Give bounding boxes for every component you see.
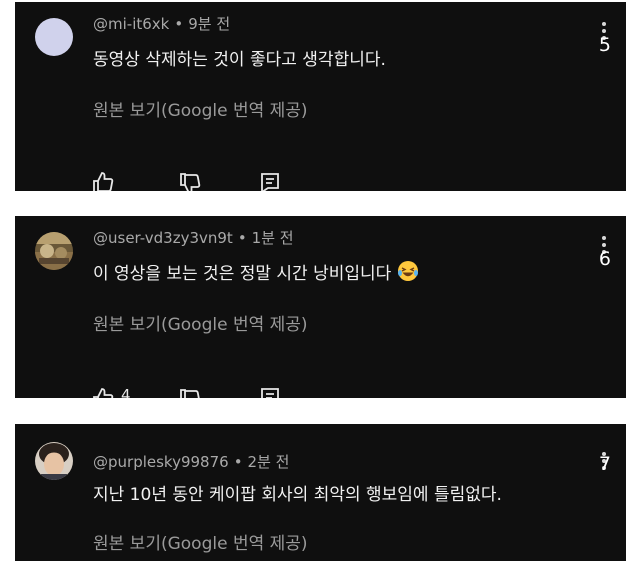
comment-header: @user-vd3zy3vn9t • 1분 전 bbox=[93, 227, 294, 248]
thumbs-down-icon[interactable] bbox=[178, 388, 202, 398]
avatar-image bbox=[35, 232, 73, 270]
reply-icon[interactable] bbox=[259, 387, 281, 398]
comment-text: 이 영상을 보는 것은 정말 시간 낭비입니다 bbox=[93, 259, 419, 284]
author-name[interactable]: @purplesky99876 bbox=[93, 453, 229, 471]
comment-card: @user-vd3zy3vn9t • 1분 전 이 영상을 보는 것은 정말 시간 … bbox=[15, 216, 626, 398]
avatar[interactable] bbox=[35, 18, 73, 56]
separator-dot: • bbox=[237, 229, 247, 247]
comment-time[interactable]: 9분 전 bbox=[188, 15, 230, 33]
reply-icon[interactable] bbox=[259, 172, 281, 191]
comment-card: @mi-it6xk • 9분 전 동영상 삭제하는 것이 좋다고 생각합니다. 원본… bbox=[15, 2, 626, 191]
comment-number-badge: 7 bbox=[598, 453, 611, 475]
comment-text: 지난 10년 동안 케이팝 회사의 최악의 행보임에 틀림없다. bbox=[93, 485, 502, 505]
laughing-tears-emoji bbox=[398, 261, 419, 281]
thumbs-up-icon[interactable] bbox=[91, 170, 115, 191]
author-name[interactable]: @user-vd3zy3vn9t bbox=[93, 229, 233, 247]
avatar-image bbox=[35, 442, 73, 480]
comment-time[interactable]: 1분 전 bbox=[252, 229, 294, 247]
author-name[interactable]: @mi-it6xk bbox=[93, 15, 169, 33]
comment-header: @mi-it6xk • 9분 전 bbox=[93, 13, 230, 34]
comment-time[interactable]: 2분 전 bbox=[248, 453, 290, 471]
comment-card: @purplesky99876 • 2분 전 지난 10년 동안 케이팝 회사의 최… bbox=[15, 424, 626, 561]
comment-number-badge: 5 bbox=[598, 34, 611, 56]
see-original-link[interactable]: 원본 보기(Google 번역 제공) bbox=[93, 96, 308, 121]
thumbs-up-icon[interactable] bbox=[91, 386, 115, 398]
comment-header: @purplesky99876 • 2분 전 bbox=[93, 451, 289, 472]
see-original-link[interactable]: 원본 보기(Google 번역 제공) bbox=[93, 310, 308, 335]
avatar[interactable] bbox=[35, 232, 73, 270]
separator-dot: • bbox=[174, 15, 184, 33]
like-count: 4 bbox=[121, 386, 131, 398]
see-original-link[interactable]: 원본 보기(Google 번역 제공) bbox=[93, 529, 308, 554]
comment-text-content: 이 영상을 보는 것은 정말 시간 낭비입니다 bbox=[93, 264, 392, 284]
comment-text: 동영상 삭제하는 것이 좋다고 생각합니다. bbox=[93, 50, 386, 70]
comment-number-badge: 6 bbox=[598, 248, 611, 270]
separator-dot: • bbox=[233, 453, 243, 471]
thumbs-down-icon[interactable] bbox=[178, 172, 202, 191]
avatar[interactable] bbox=[35, 442, 73, 480]
